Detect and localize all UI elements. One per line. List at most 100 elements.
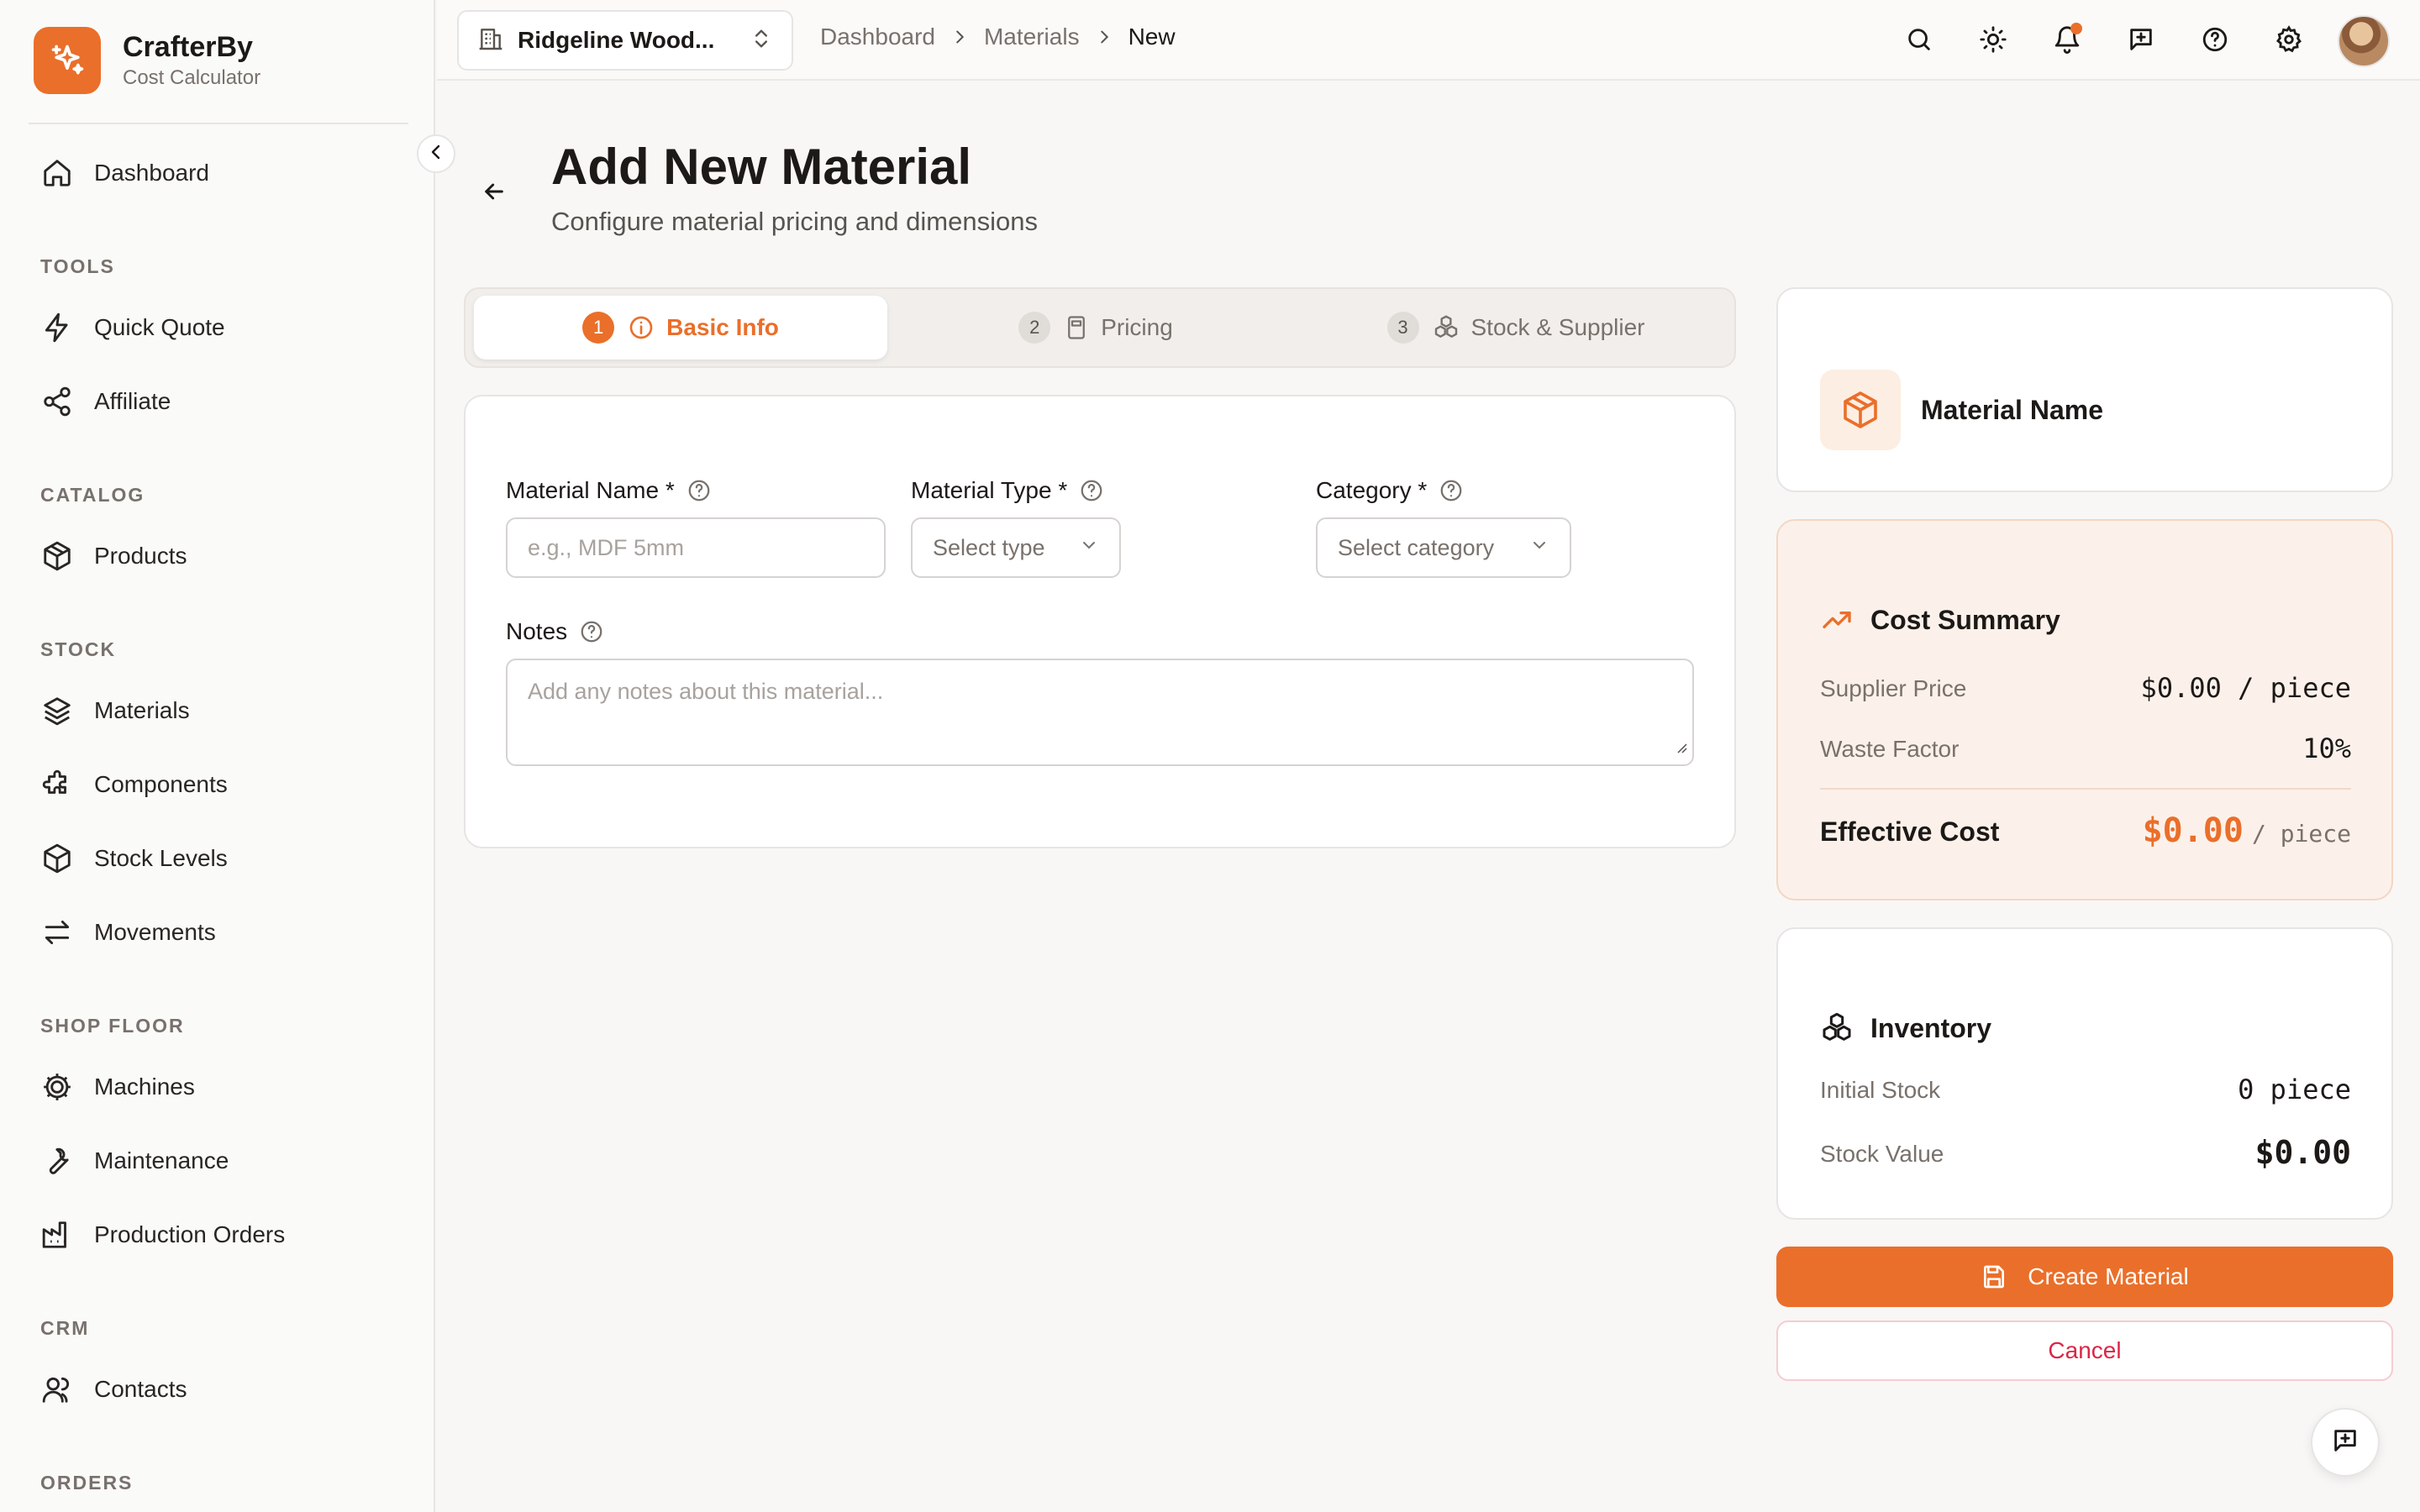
cost-divider — [1820, 788, 2351, 790]
preview-material-name: Material Name — [1921, 395, 2103, 425]
building-icon — [477, 25, 504, 56]
notes-label-text: Notes — [506, 618, 568, 644]
share-icon — [40, 385, 74, 418]
resize-handle-icon[interactable] — [1674, 733, 1687, 759]
layers-icon — [40, 694, 74, 727]
sidebar: CrafterBy Cost Calculator Dashboard TOOL… — [0, 0, 435, 1512]
breadcrumb-current: New — [1128, 24, 1176, 50]
workspace-switcher[interactable]: Ridgeline Wood... — [457, 10, 793, 71]
chevron-right-icon — [950, 28, 969, 46]
help-circle-icon[interactable] — [687, 478, 712, 503]
create-material-label: Create Material — [2028, 1263, 2189, 1289]
sparkles-icon — [34, 27, 101, 94]
breadcrumb-dashboard[interactable]: Dashboard — [820, 24, 935, 50]
chevron-up-down-icon — [750, 27, 773, 55]
sidebar-item-stock-levels[interactable]: Stock Levels — [40, 833, 228, 884]
tab-step-number: 1 — [582, 312, 615, 344]
material-type-select[interactable]: Select type — [911, 517, 1121, 578]
theme-toggle-button[interactable] — [1968, 16, 2018, 66]
nav-section-shop-floor: SHOP FLOOR — [40, 1015, 185, 1037]
settings-button[interactable] — [2264, 16, 2314, 66]
arrows-left-right-icon — [40, 916, 74, 949]
category-select[interactable]: Select category — [1316, 517, 1571, 578]
notifications-button[interactable] — [2042, 16, 2092, 66]
nav-section-crm: CRM — [40, 1317, 90, 1339]
category-label-text: Category * — [1316, 477, 1428, 503]
effective-cost-amount: $0.00 — [2142, 811, 2244, 850]
sidebar-item-label: Products — [94, 543, 187, 569]
sidebar-item-products[interactable]: Products — [40, 531, 187, 581]
cost-summary-title: Cost Summary — [1870, 604, 2060, 635]
notes-textarea[interactable]: Add any notes about this material... — [506, 659, 1694, 766]
notes-label: Notes — [506, 618, 604, 645]
help-circle-icon[interactable] — [1079, 478, 1104, 503]
package-icon — [1820, 370, 1901, 450]
sidebar-item-quick-quote[interactable]: Quick Quote — [40, 302, 225, 353]
inventory-title: Inventory — [1870, 1012, 1992, 1043]
tab-basic-info[interactable]: 1 Basic Info — [474, 296, 887, 360]
sidebar-item-contacts[interactable]: Contacts — [40, 1364, 187, 1415]
chevron-right-icon — [1095, 28, 1113, 46]
cost-summary-card: Cost Summary Supplier Price $0.00 / piec… — [1776, 519, 2393, 900]
save-icon — [1981, 1263, 2007, 1290]
wrench-icon — [40, 1144, 74, 1178]
sidebar-item-components[interactable]: Components — [40, 759, 228, 810]
create-material-button[interactable]: Create Material — [1776, 1247, 2393, 1307]
feedback-button[interactable] — [2116, 16, 2166, 66]
brand-divider — [29, 123, 408, 124]
stock-value-value: $0.00 — [2254, 1134, 2351, 1171]
user-avatar[interactable] — [2338, 15, 2390, 67]
material-name-input[interactable]: e.g., MDF 5mm — [506, 517, 886, 578]
sidebar-item-production-orders[interactable]: Production Orders — [40, 1210, 285, 1260]
help-button[interactable] — [2190, 16, 2240, 66]
breadcrumb-materials[interactable]: Materials — [984, 24, 1080, 50]
tab-step-number: 2 — [1018, 312, 1051, 344]
category-label: Category * — [1316, 477, 1464, 504]
sidebar-item-movements[interactable]: Movements — [40, 907, 216, 958]
tab-label: Stock & Supplier — [1470, 314, 1645, 340]
message-plus-icon — [2331, 1426, 2360, 1459]
cancel-button[interactable]: Cancel — [1776, 1320, 2393, 1381]
basic-info-form: Material Name * e.g., MDF 5mm Material T… — [464, 395, 1736, 848]
help-circle-icon[interactable] — [1439, 478, 1464, 503]
workspace-name: Ridgeline Wood... — [518, 27, 715, 53]
brand[interactable]: CrafterBy Cost Calculator — [34, 27, 260, 94]
effective-cost-label: Effective Cost — [1820, 816, 2000, 847]
sidebar-item-affiliate[interactable]: Affiliate — [40, 376, 171, 427]
floating-feedback-button[interactable] — [2311, 1408, 2380, 1477]
tab-stock-supplier[interactable]: 3 Stock & Supplier — [1304, 296, 1728, 360]
sidebar-item-label: Components — [94, 771, 228, 797]
search-button[interactable] — [1894, 16, 1944, 66]
nav-section-tools: TOOLS — [40, 255, 115, 277]
breadcrumb: Dashboard Materials New — [820, 24, 1176, 50]
help-circle-icon — [2201, 25, 2229, 58]
sidebar-item-label: Dashboard — [94, 160, 209, 186]
arrow-left-icon — [481, 178, 508, 209]
notification-dot — [2070, 23, 2082, 34]
category-value: Select category — [1338, 534, 1495, 560]
nav-section-catalog: CATALOG — [40, 484, 145, 506]
tab-label: Pricing — [1101, 314, 1173, 340]
cost-summary-heading: Cost Summary — [1820, 603, 2060, 637]
sidebar-item-label: Machines — [94, 1074, 195, 1100]
sidebar-item-label: Movements — [94, 919, 216, 945]
sidebar-item-label: Quick Quote — [94, 314, 225, 340]
sidebar-item-materials[interactable]: Materials — [40, 685, 190, 736]
help-circle-icon[interactable] — [579, 619, 604, 644]
effective-cost-unit: / piece — [2251, 820, 2351, 848]
tab-pricing[interactable]: 2 Pricing — [894, 296, 1297, 360]
sidebar-item-maintenance[interactable]: Maintenance — [40, 1136, 229, 1186]
chevron-down-icon — [1079, 535, 1099, 561]
waste-factor-label: Waste Factor — [1820, 736, 1960, 762]
back-button[interactable] — [477, 176, 511, 210]
users-icon — [40, 1373, 74, 1406]
nav-section-orders: ORDERS — [40, 1472, 134, 1494]
tab-step-number: 3 — [1386, 312, 1419, 344]
sidebar-item-dashboard[interactable]: Dashboard — [40, 148, 209, 198]
sidebar-item-label: Affiliate — [94, 388, 171, 414]
sidebar-item-machines[interactable]: Machines — [40, 1062, 195, 1112]
supplier-price-value: $0.00 / piece — [2140, 672, 2351, 704]
nav-section-stock: STOCK — [40, 638, 117, 660]
trending-up-icon — [1820, 603, 1854, 637]
collapse-sidebar-button[interactable] — [417, 134, 455, 173]
